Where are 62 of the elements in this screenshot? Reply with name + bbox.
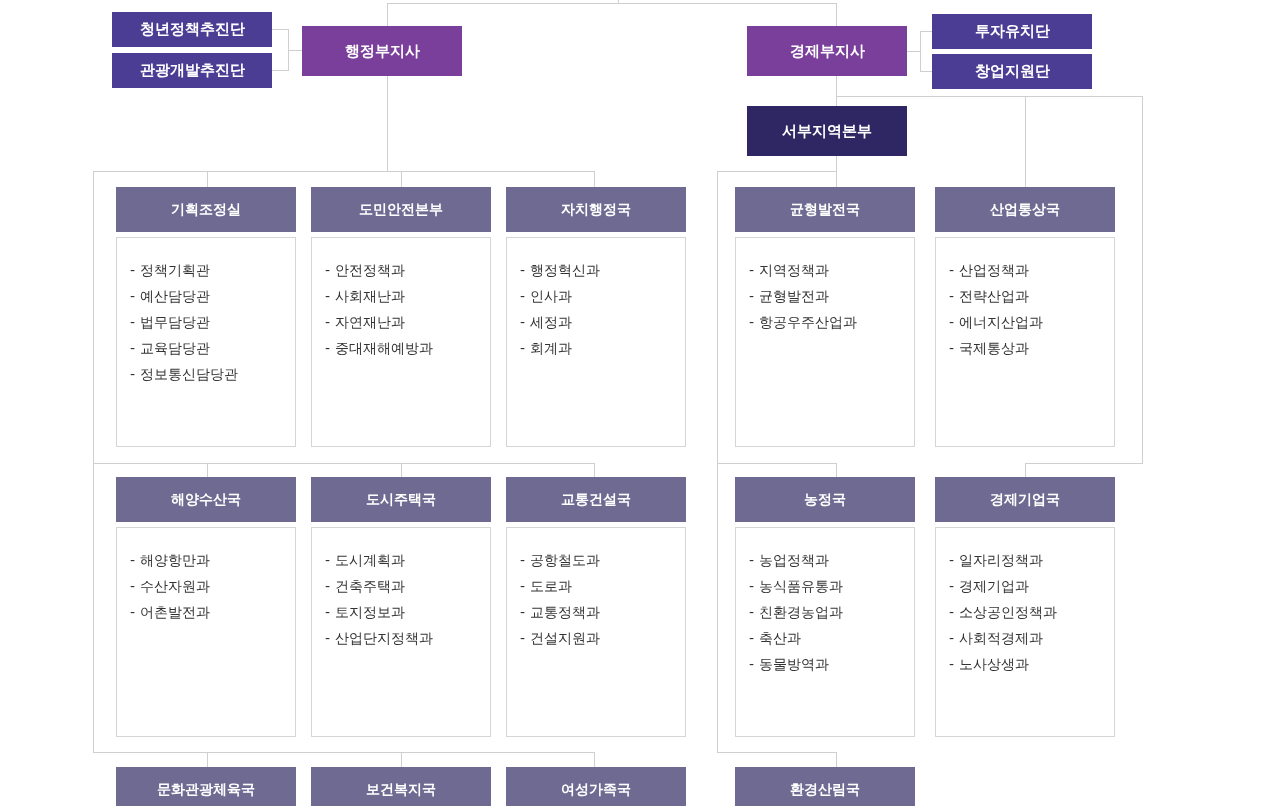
division-item: - 에너지산업과 bbox=[949, 313, 1044, 332]
division-item: - 노사상생과 bbox=[949, 655, 1030, 674]
division-item: - 경제기업과 bbox=[949, 577, 1030, 596]
division-item: - 산업정책과 bbox=[949, 261, 1030, 280]
division-item: - 회계과 bbox=[520, 339, 573, 358]
division-item: - 해양항만과 bbox=[130, 551, 211, 570]
deputy-node: 경제부지사 bbox=[747, 26, 907, 76]
division-item: - 사회재난과 bbox=[325, 287, 406, 306]
division-item: - 동물방역과 bbox=[749, 655, 830, 674]
bureau-header: 해양수산국 bbox=[116, 477, 296, 522]
division-item: - 농업정책과 bbox=[749, 551, 830, 570]
division-item: - 균형발전과 bbox=[749, 287, 830, 306]
division-item: - 법무담당관 bbox=[130, 313, 211, 332]
division-item: - 중대재해예방과 bbox=[325, 339, 434, 358]
division-item: - 정책기획관 bbox=[130, 261, 211, 280]
bureau-header: 교통건설국 bbox=[506, 477, 686, 522]
division-item: - 산업단지정책과 bbox=[325, 629, 434, 648]
division-item: - 건설지원과 bbox=[520, 629, 601, 648]
bureau-header: 문화관광체육국 bbox=[116, 767, 296, 806]
bureau-header: 자치행정국 bbox=[506, 187, 686, 232]
division-item: - 자연재난과 bbox=[325, 313, 406, 332]
division-item: - 지역정책과 bbox=[749, 261, 830, 280]
division-item: - 전략산업과 bbox=[949, 287, 1030, 306]
unit-node: 창업지원단 bbox=[932, 54, 1092, 89]
bureau-header: 여성가족국 bbox=[506, 767, 686, 806]
bureau-header: 경제기업국 bbox=[935, 477, 1115, 522]
division-item: - 도시계획과 bbox=[325, 551, 406, 570]
division-item: - 인사과 bbox=[520, 287, 573, 306]
division-item: - 친환경농업과 bbox=[749, 603, 844, 622]
bureau-header: 기획조정실 bbox=[116, 187, 296, 232]
division-item: - 행정혁신과 bbox=[520, 261, 601, 280]
division-item: - 토지정보과 bbox=[325, 603, 406, 622]
bureau-header: 도민안전본부 bbox=[311, 187, 491, 232]
division-item: - 건축주택과 bbox=[325, 577, 406, 596]
bureau-header: 보건복지국 bbox=[311, 767, 491, 806]
division-item: - 교육담당관 bbox=[130, 339, 211, 358]
division-item: - 농식품유통과 bbox=[749, 577, 844, 596]
unit-node: 투자유치단 bbox=[932, 14, 1092, 49]
division-item: - 국제통상과 bbox=[949, 339, 1030, 358]
headquarters-node: 서부지역본부 bbox=[747, 106, 907, 156]
division-item: - 예산담당관 bbox=[130, 287, 211, 306]
division-item: - 축산과 bbox=[749, 629, 802, 648]
deputy-node: 행정부지사 bbox=[302, 26, 462, 76]
division-item: - 어촌발전과 bbox=[130, 603, 211, 622]
division-item: - 안전정책과 bbox=[325, 261, 406, 280]
bureau-header: 산업통상국 bbox=[935, 187, 1115, 232]
division-item: - 도로과 bbox=[520, 577, 573, 596]
division-item: - 사회적경제과 bbox=[949, 629, 1044, 648]
division-item: - 정보통신담당관 bbox=[130, 365, 239, 384]
unit-node: 청년정책추진단 bbox=[112, 12, 272, 47]
division-item: - 소상공인정책과 bbox=[949, 603, 1058, 622]
division-item: - 항공우주산업과 bbox=[749, 313, 858, 332]
division-item: - 교통정책과 bbox=[520, 603, 601, 622]
division-item: - 수산자원과 bbox=[130, 577, 211, 596]
bureau-header: 환경산림국 bbox=[735, 767, 915, 806]
division-item: - 세정과 bbox=[520, 313, 573, 332]
unit-node: 관광개발추진단 bbox=[112, 53, 272, 88]
bureau-header: 농정국 bbox=[735, 477, 915, 522]
division-item: - 일자리정책과 bbox=[949, 551, 1044, 570]
bureau-header: 도시주택국 bbox=[311, 477, 491, 522]
division-item: - 공항철도과 bbox=[520, 551, 601, 570]
bureau-header: 균형발전국 bbox=[735, 187, 915, 232]
